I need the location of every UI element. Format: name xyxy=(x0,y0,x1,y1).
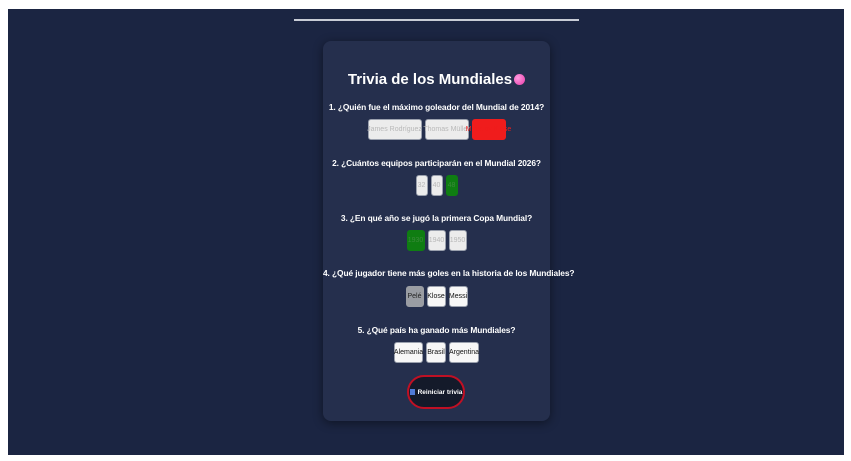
app-viewport: Trivia de los Mundiales 1. ¿Quién fue el… xyxy=(8,9,844,455)
q3-option-1940[interactable]: 1940 xyxy=(427,230,446,251)
quiz-title-text: Trivia de los Mundiales xyxy=(347,71,513,88)
question-1-options: James Rodríguez Thomas Müller Miroslav K… xyxy=(323,119,550,140)
top-divider xyxy=(294,19,579,21)
q4-option-klose[interactable]: Klose xyxy=(426,286,446,307)
question-4-options: Pelé Klose Messi xyxy=(323,286,550,307)
question-2-text: 2. ¿Cuántos equipos participarán en el M… xyxy=(332,158,541,168)
pink-ball-icon xyxy=(514,74,526,85)
q1-option-james-rodriguez[interactable]: James Rodríguez xyxy=(367,119,422,140)
q2-option-48[interactable]: 48 xyxy=(445,175,458,196)
q1-option-thomas-muller[interactable]: Thomas Müller xyxy=(423,119,470,140)
q5-option-argentina[interactable]: Argentina xyxy=(449,342,479,363)
question-4-text: 4. ¿Qué jugador tiene más goles en la hi… xyxy=(323,268,575,278)
restart-trivia-button[interactable]: Reiniciar trivia xyxy=(407,375,465,409)
restart-label: Reiniciar trivia xyxy=(417,388,463,396)
trivia-card: Trivia de los Mundiales 1. ¿Quién fue el… xyxy=(323,41,575,421)
q5-option-alemania[interactable]: Alemania xyxy=(394,342,423,363)
q5-option-brasil[interactable]: Brasil xyxy=(426,342,446,363)
question-5-options: Alemania Brasil Argentina xyxy=(323,342,550,363)
quiz-title: Trivia de los Mundiales xyxy=(323,71,550,88)
q1-option-miroslav-klose[interactable]: Miroslav Klose xyxy=(466,119,511,140)
question-2-options: 32 40 48 xyxy=(323,175,550,196)
q3-option-1930[interactable]: 1930 xyxy=(406,230,425,251)
question-3-text: 3. ¿En qué año se jugó la primera Copa M… xyxy=(340,213,533,223)
reset-icon xyxy=(409,389,415,395)
q4-option-messi[interactable]: Messi xyxy=(448,286,468,307)
question-5-text: 5. ¿Qué país ha ganado más Mundiales? xyxy=(357,325,516,335)
q4-option-pele[interactable]: Pelé xyxy=(405,286,424,307)
q2-option-40[interactable]: 40 xyxy=(430,175,443,196)
question-1-text: 1. ¿Quién fue el máximo goleador del Mun… xyxy=(328,102,545,112)
q2-option-32[interactable]: 32 xyxy=(415,175,428,196)
question-3-options: 1930 1940 1950 xyxy=(323,230,550,251)
q3-option-1950[interactable]: 1950 xyxy=(448,230,467,251)
